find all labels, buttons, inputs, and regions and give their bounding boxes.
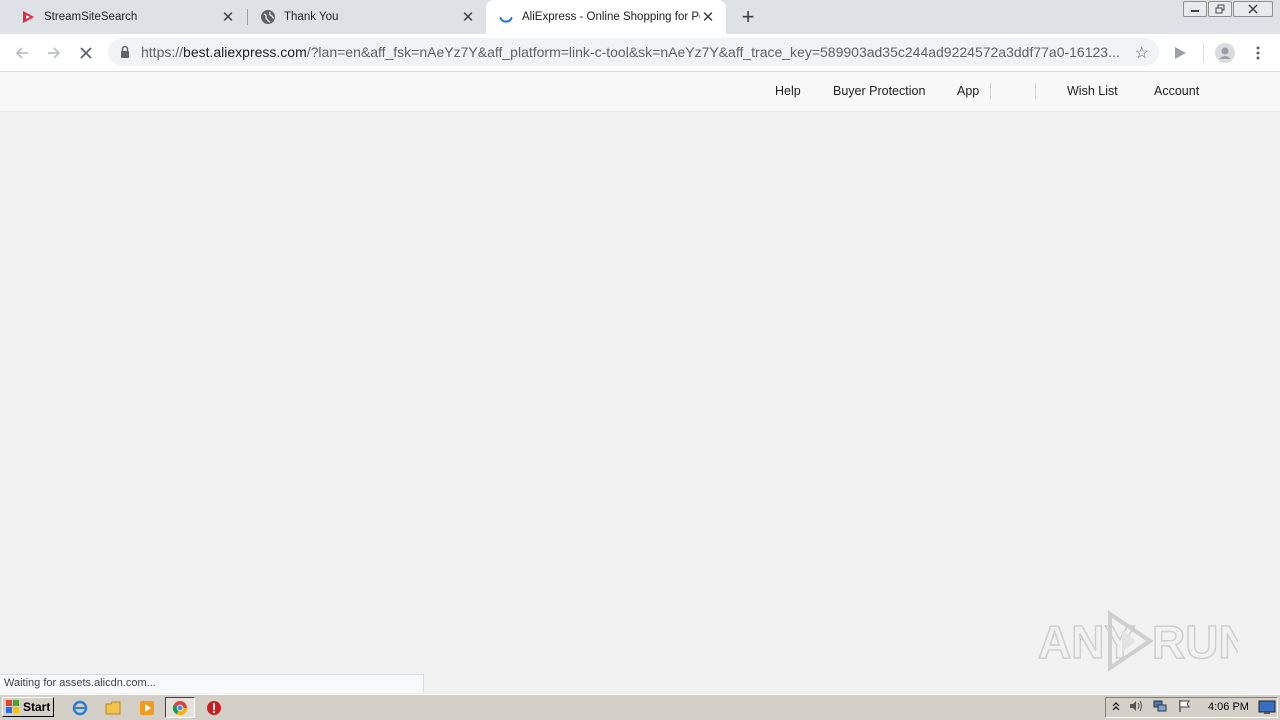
tray-expand-icon[interactable] bbox=[1109, 699, 1123, 713]
url-path: /?lan=en&aff_fsk=nAeYz7Y&aff_platform=li… bbox=[306, 44, 1120, 60]
header-divider bbox=[1035, 83, 1036, 99]
browser-toolbar: https://best.aliexpress.com/?lan=en&aff_… bbox=[0, 34, 1280, 72]
tab-aliexpress[interactable]: AliExpress - Online Shopping for Popular… bbox=[486, 0, 726, 34]
tab-title: AliExpress - Online Shopping for Popular… bbox=[522, 11, 700, 23]
media-player-icon[interactable] bbox=[138, 699, 156, 717]
close-tab-icon[interactable]: ✕ bbox=[460, 9, 476, 26]
status-bubble: Waiting for assets.alicdn.com... bbox=[0, 674, 424, 693]
header-link-buyer-protection[interactable]: Buyer Protection bbox=[833, 84, 925, 98]
start-label: Start bbox=[23, 700, 51, 714]
url-scheme: https:// bbox=[141, 44, 184, 60]
header-link-app[interactable]: App bbox=[957, 84, 979, 98]
clock[interactable]: 4:06 PM bbox=[1208, 701, 1249, 713]
svg-text:RUN: RUN bbox=[1152, 616, 1238, 668]
action-center-flag-icon[interactable] bbox=[1178, 699, 1192, 713]
header-link-account[interactable]: Account bbox=[1154, 84, 1199, 98]
volume-icon[interactable] bbox=[1129, 699, 1143, 713]
network-icon[interactable] bbox=[1153, 699, 1167, 713]
page-content-area bbox=[0, 112, 1280, 694]
address-bar[interactable]: https://best.aliexpress.com/?lan=en&aff_… bbox=[108, 38, 1159, 66]
tab-thank-you[interactable]: Thank You ✕ bbox=[240, 0, 486, 34]
lock-icon[interactable] bbox=[120, 45, 130, 59]
restore-button[interactable] bbox=[1208, 1, 1232, 17]
close-window-button[interactable] bbox=[1233, 1, 1273, 17]
taskbar-chrome-button[interactable] bbox=[165, 697, 195, 718]
new-tab-button[interactable]: + bbox=[736, 4, 760, 29]
windows-logo-icon bbox=[6, 700, 20, 714]
url-host: best.aliexpress.com bbox=[183, 44, 307, 60]
site-header: Help Buyer Protection App Wish List Acco… bbox=[0, 72, 1280, 112]
minimize-button[interactable] bbox=[1183, 1, 1207, 17]
header-link-help[interactable]: Help bbox=[775, 84, 801, 98]
globe-icon bbox=[260, 9, 276, 25]
chrome-icon bbox=[172, 700, 188, 716]
close-tab-icon[interactable]: ✕ bbox=[220, 9, 236, 26]
tab-title: StreamSiteSearch bbox=[44, 11, 138, 23]
security-alert-icon[interactable] bbox=[205, 699, 223, 717]
start-button[interactable]: Start bbox=[2, 697, 54, 717]
show-desktop-icon[interactable] bbox=[1258, 699, 1276, 715]
internet-explorer-icon[interactable] bbox=[71, 699, 89, 717]
streamsitesearch-icon bbox=[20, 9, 36, 25]
url-text[interactable]: https://best.aliexpress.com/?lan=en&aff_… bbox=[141, 44, 1121, 60]
forward-button[interactable] bbox=[38, 34, 70, 71]
tab-streamsitesearch[interactable]: StreamSiteSearch ✕ bbox=[0, 0, 246, 34]
header-link-wish-list[interactable]: Wish List bbox=[1067, 84, 1118, 98]
extension-play-icon[interactable] bbox=[1168, 34, 1192, 71]
close-tab-icon[interactable]: ✕ bbox=[700, 9, 716, 26]
tab-strip: StreamSiteSearch ✕ Thank You ✕ AliExpres… bbox=[0, 0, 1280, 34]
back-button[interactable] bbox=[6, 34, 38, 71]
tab-title: Thank You bbox=[284, 11, 339, 23]
header-divider bbox=[990, 83, 991, 99]
bookmark-star-icon[interactable]: ☆ bbox=[1135, 43, 1149, 63]
profile-avatar-icon[interactable] bbox=[1213, 34, 1237, 71]
loading-spinner-icon bbox=[498, 9, 514, 25]
stop-loading-button[interactable] bbox=[70, 34, 102, 71]
menu-kebab-icon[interactable] bbox=[1248, 34, 1268, 71]
toolbar-divider bbox=[1203, 44, 1204, 62]
file-explorer-icon[interactable] bbox=[104, 699, 122, 717]
windows-taskbar: Start 4:06 PM bbox=[0, 694, 1280, 720]
anyrun-watermark: ANY RUN bbox=[1037, 608, 1252, 674]
